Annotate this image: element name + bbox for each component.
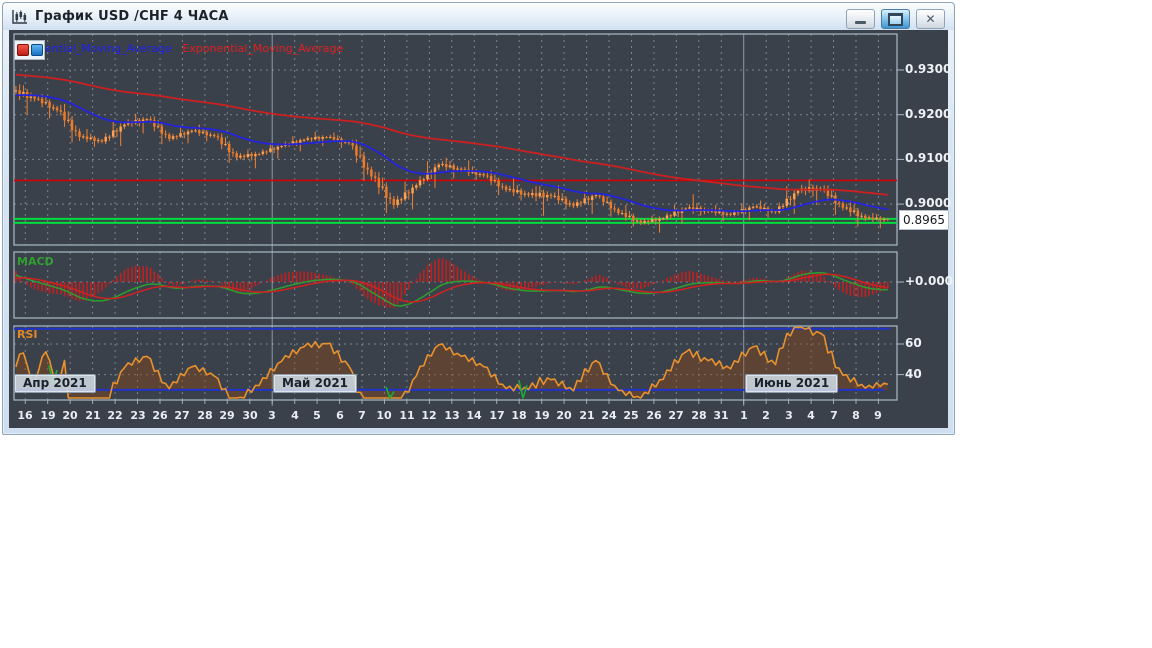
minimize-button[interactable]: [846, 9, 875, 29]
chart-client-area[interactable]: [9, 30, 948, 428]
window-controls: ✕: [846, 9, 945, 29]
chart-window: График USD /CHF 4 ЧАСА ✕: [2, 2, 955, 435]
window-title: График USD /CHF 4 ЧАСА: [35, 9, 229, 24]
maximize-button[interactable]: [881, 9, 910, 29]
close-button[interactable]: ✕: [916, 9, 945, 29]
desktop: График USD /CHF 4 ЧАСА ✕ ential_Moving_A…: [0, 0, 1152, 648]
minimize-icon: [855, 20, 866, 24]
window-titlebar[interactable]: График USD /CHF 4 ЧАСА ✕: [3, 3, 954, 30]
close-icon: ✕: [925, 12, 936, 26]
maximize-icon: [888, 12, 903, 26]
chart-app-icon: [12, 9, 27, 24]
